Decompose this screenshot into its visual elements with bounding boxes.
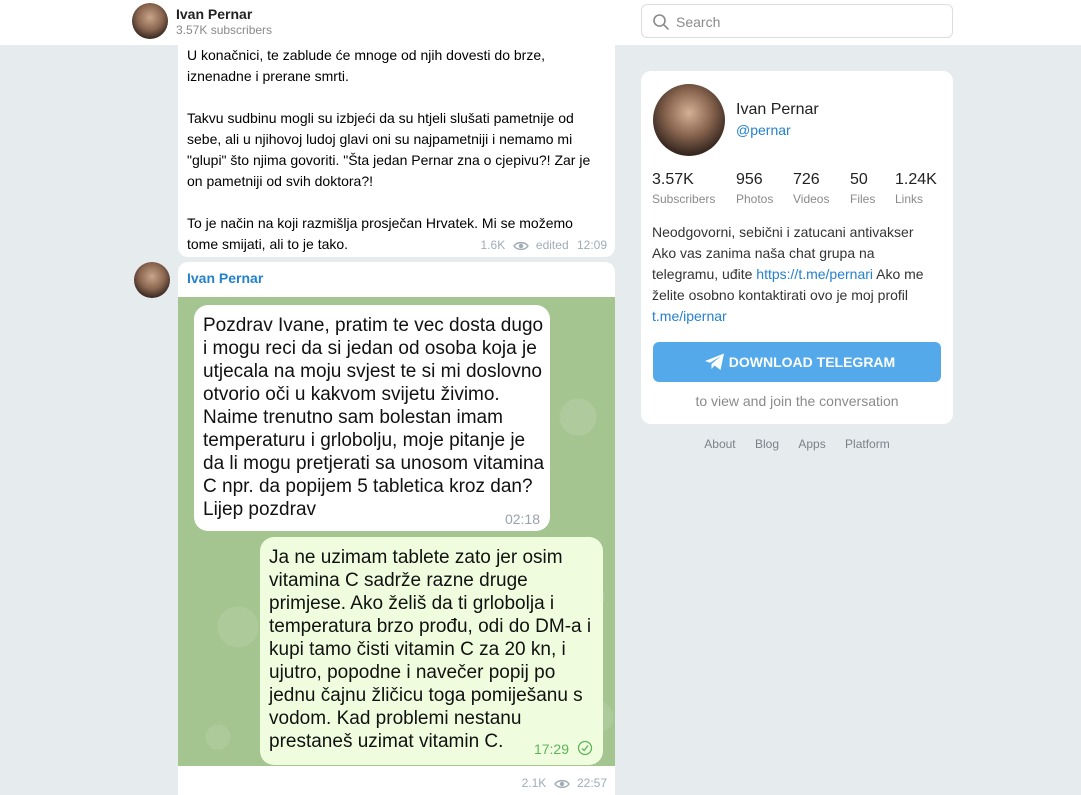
channel-title: Ivan Pernar [736,101,819,118]
edited-label: edited [535,238,569,252]
screenshot-outgoing-text: Ja ne uzimam tablete zato jer osim vitam… [269,547,592,752]
message-bubble: Ivan Pernar Pozdrav Ivane, pratim te vec… [178,262,615,795]
subscriber-count: 3.57K subscribers [176,23,273,37]
stat-value: 956 [736,171,763,188]
check-circle-icon [577,740,593,756]
header-bar: Ivan Pernar 3.57K subscribers [0,0,1081,45]
stat-value: 1.24K [895,171,937,188]
stat-subscribers: 3.57K Subscribers [652,171,715,206]
search-icon [653,14,669,30]
stat-label: Videos [793,192,830,206]
message-photo[interactable]: Pozdrav Ivane, pratim te vec dosta dugo … [178,297,615,766]
message-text: U konačnici, te zablude će mnoge od njih… [187,45,607,255]
message-time[interactable]: 12:09 [577,238,607,252]
screenshot-outgoing-time: 17:29 [533,741,569,757]
stat-files[interactable]: 50 Files [850,171,875,206]
footer-link-about[interactable]: About [704,437,735,451]
profile-link[interactable]: t.me/ipernar [652,308,727,324]
footer-link-platform[interactable]: Platform [845,437,890,451]
footer-links: About Blog Apps Platform [641,437,953,451]
download-telegram-button[interactable]: DOWNLOAD TELEGRAM [653,342,941,382]
channel-info-card: Ivan Pernar @pernar 3.57K Subscribers 95… [641,71,953,424]
telegram-plane-icon [705,353,724,370]
channel-name[interactable]: Ivan Pernar [176,6,252,22]
screenshot-incoming-bubble: Pozdrav Ivane, pratim te vec dosta dugo … [194,305,550,531]
channel-stats: 3.57K Subscribers 956 Photos 726 Videos … [652,171,948,211]
join-hint: to view and join the conversation [695,393,899,409]
view-count: 2.1K [521,776,547,790]
message-author[interactable]: Ivan Pernar [187,270,263,286]
footer-link-apps[interactable]: Apps [798,437,825,451]
footer-link-blog[interactable]: Blog [755,437,779,451]
message-meta: 2.1K 22:57 [522,776,607,790]
author-avatar[interactable] [134,262,170,298]
channel-description: Neodgovorni, sebični i zatucani antivaks… [652,222,942,327]
stat-value: 726 [793,171,820,188]
stat-value: 50 [850,171,868,188]
chat-group-link[interactable]: https://t.me/pernari [756,266,873,282]
message-meta: 1.6K edited 12:09 [481,238,607,252]
message-bubble: U konačnici, te zablude će mnoge od njih… [178,45,615,257]
eye-icon [512,241,529,250]
bio-text: Neodgovorni, sebični i zatucani antivaks… [652,224,914,240]
channel-avatar-large [653,84,725,156]
stat-photos[interactable]: 956 Photos [736,171,773,206]
message-paragraph: Takvu sudbinu mogli su izbjeći da su htj… [187,110,591,189]
stat-label: Files [850,192,876,206]
stat-value: 3.57K [652,171,694,188]
search-box[interactable] [641,4,953,38]
screenshot-incoming-text: Pozdrav Ivane, pratim te vec dosta dugo … [203,315,545,520]
screenshot-incoming-time: 02:18 [504,511,540,527]
channel-avatar[interactable] [132,3,168,39]
channel-handle[interactable]: @pernar [736,122,791,138]
message-time[interactable]: 22:57 [577,776,607,790]
stat-label: Subscribers [652,192,716,206]
view-count: 1.6K [480,238,506,252]
stat-videos[interactable]: 726 Videos [793,171,829,206]
message-paragraph: U konačnici, te zablude će mnoge od njih… [187,47,545,84]
download-button-label: DOWNLOAD TELEGRAM [728,354,896,370]
eye-icon [553,779,570,788]
stat-label: Photos [736,192,774,206]
stat-links[interactable]: 1.24K Links [895,171,937,206]
screenshot-outgoing-bubble: Ja ne uzimam tablete zato jer osim vitam… [260,537,603,765]
stat-label: Links [895,192,924,206]
search-input[interactable] [676,12,936,32]
